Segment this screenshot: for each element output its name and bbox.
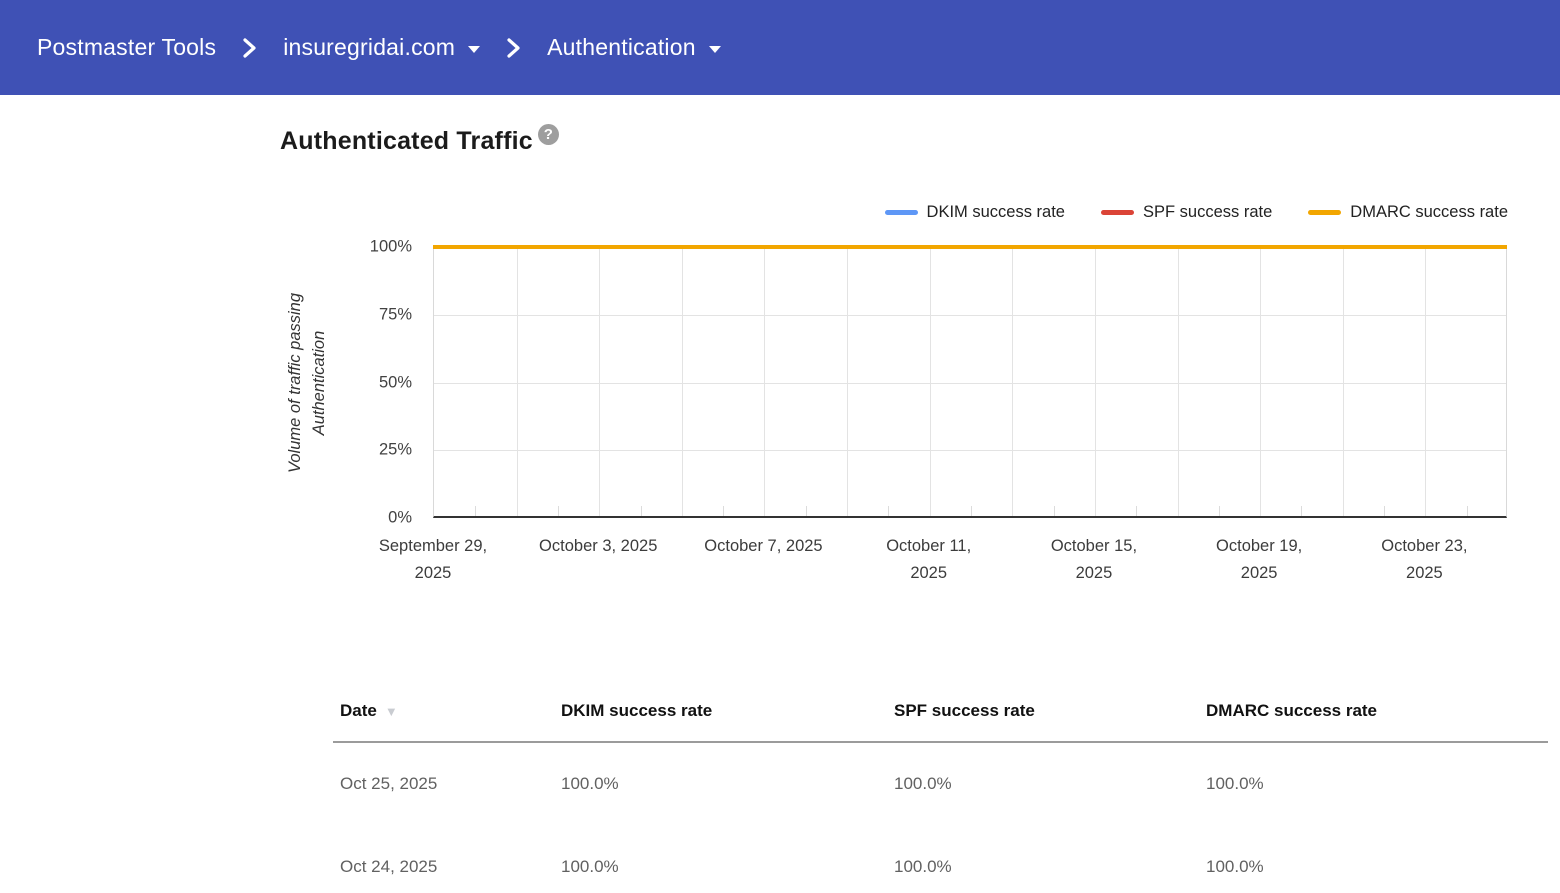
breadcrumb-domain-selector[interactable]: insuregridai.com [283, 34, 480, 61]
table-header-spf[interactable]: SPF success rate [894, 680, 1206, 742]
x-axis-tick-label: September 29, 2025 [348, 533, 518, 587]
vertical-gridline [682, 247, 683, 516]
vertical-gridline [1012, 247, 1013, 516]
series-line-dmarc [433, 245, 1507, 249]
vertical-gridline [517, 247, 518, 516]
legend-label: DMARC success rate [1350, 203, 1508, 222]
minor-tick [1136, 506, 1137, 516]
breadcrumb-label: Postmaster Tools [37, 34, 216, 61]
legend-item-spf: SPF success rate [1101, 203, 1272, 222]
sort-desc-icon: ▼ [385, 704, 398, 719]
cell-dmarc: 100.0% [1206, 825, 1548, 893]
x-axis-tick-label: October 11, 2025 [844, 533, 1014, 587]
table-row: Oct 24, 2025 100.0% 100.0% 100.0% [333, 825, 1548, 893]
table-header-row: Date▼ DKIM success rate SPF success rate… [333, 680, 1548, 742]
legend-swatch-icon [885, 210, 918, 215]
horizontal-gridline [434, 450, 1506, 451]
cell-dkim: 100.0% [561, 825, 894, 893]
x-axis-tick-label: October 23, 2025 [1339, 533, 1509, 587]
x-axis-tick-label: October 3, 2025 [513, 533, 683, 560]
cell-spf: 100.0% [894, 742, 1206, 825]
x-axis-tick-label: October 15, 2025 [1009, 533, 1179, 587]
vertical-gridline [599, 247, 600, 516]
table-row: Oct 25, 2025 100.0% 100.0% 100.0% [333, 742, 1548, 825]
table-header-dmarc[interactable]: DMARC success rate [1206, 680, 1548, 742]
chevron-right-icon [242, 36, 257, 60]
x-axis-tick-label: October 19, 2025 [1174, 533, 1344, 587]
y-axis-title: Volume of traffic passing Authentication [283, 233, 331, 533]
table-header-date[interactable]: Date▼ [333, 680, 561, 742]
vertical-gridline [1178, 247, 1179, 516]
horizontal-gridline [434, 383, 1506, 384]
minor-tick [641, 506, 642, 516]
minor-tick [1054, 506, 1055, 516]
breadcrumb-label: insuregridai.com [283, 34, 455, 61]
breadcrumb-page-selector[interactable]: Authentication [547, 34, 721, 61]
legend-item-dmarc: DMARC success rate [1308, 203, 1508, 222]
legend-swatch-icon [1101, 210, 1134, 215]
authentication-table: Date▼ DKIM success rate SPF success rate… [333, 680, 1548, 893]
vertical-gridline [930, 247, 931, 516]
cell-date: Oct 25, 2025 [333, 742, 561, 825]
legend-item-dkim: DKIM success rate [885, 203, 1065, 222]
y-axis-tick-label: 100% [332, 238, 412, 257]
page-title: Authenticated Traffic [280, 127, 533, 156]
cell-date: Oct 24, 2025 [333, 825, 561, 893]
vertical-gridline [764, 247, 765, 516]
legend-swatch-icon [1308, 210, 1341, 215]
dropdown-caret-icon [468, 46, 480, 53]
dropdown-caret-icon [709, 46, 721, 53]
page: Postmaster Tools insuregridai.com Authen… [0, 0, 1560, 893]
minor-tick [1301, 506, 1302, 516]
breadcrumb-item-postmaster-tools[interactable]: Postmaster Tools [37, 34, 216, 61]
breadcrumb-label: Authentication [547, 34, 696, 61]
minor-tick [888, 506, 889, 516]
vertical-gridline [1425, 247, 1426, 516]
y-axis-tick-label: 75% [332, 305, 412, 324]
minor-tick [475, 506, 476, 516]
x-axis-tick-label: October 7, 2025 [678, 533, 848, 560]
chevron-right-icon [506, 36, 521, 60]
vertical-gridline [1343, 247, 1344, 516]
minor-tick [1384, 506, 1385, 516]
legend-label: SPF success rate [1143, 203, 1272, 222]
minor-tick [806, 506, 807, 516]
horizontal-gridline [434, 315, 1506, 316]
minor-tick [1219, 506, 1220, 516]
y-axis-tick-label: 50% [332, 373, 412, 392]
vertical-gridline [1260, 247, 1261, 516]
minor-tick [558, 506, 559, 516]
page-title-row: Authenticated Traffic ? [280, 127, 559, 156]
chart-legend: DKIM success rate SPF success rate DMARC s… [885, 203, 1508, 222]
chart-plot-area [433, 247, 1507, 518]
minor-tick [723, 506, 724, 516]
table-header-dkim[interactable]: DKIM success rate [561, 680, 894, 742]
cell-dkim: 100.0% [561, 742, 894, 825]
vertical-gridline [1095, 247, 1096, 516]
minor-tick [971, 506, 972, 516]
top-app-bar: Postmaster Tools insuregridai.com Authen… [0, 0, 1560, 95]
vertical-gridline [847, 247, 848, 516]
y-axis-tick-label: 25% [332, 441, 412, 460]
legend-label: DKIM success rate [927, 203, 1065, 222]
y-axis-tick-label: 0% [332, 509, 412, 528]
cell-spf: 100.0% [894, 825, 1206, 893]
help-icon[interactable]: ? [538, 124, 559, 145]
cell-dmarc: 100.0% [1206, 742, 1548, 825]
minor-tick [1467, 506, 1468, 516]
